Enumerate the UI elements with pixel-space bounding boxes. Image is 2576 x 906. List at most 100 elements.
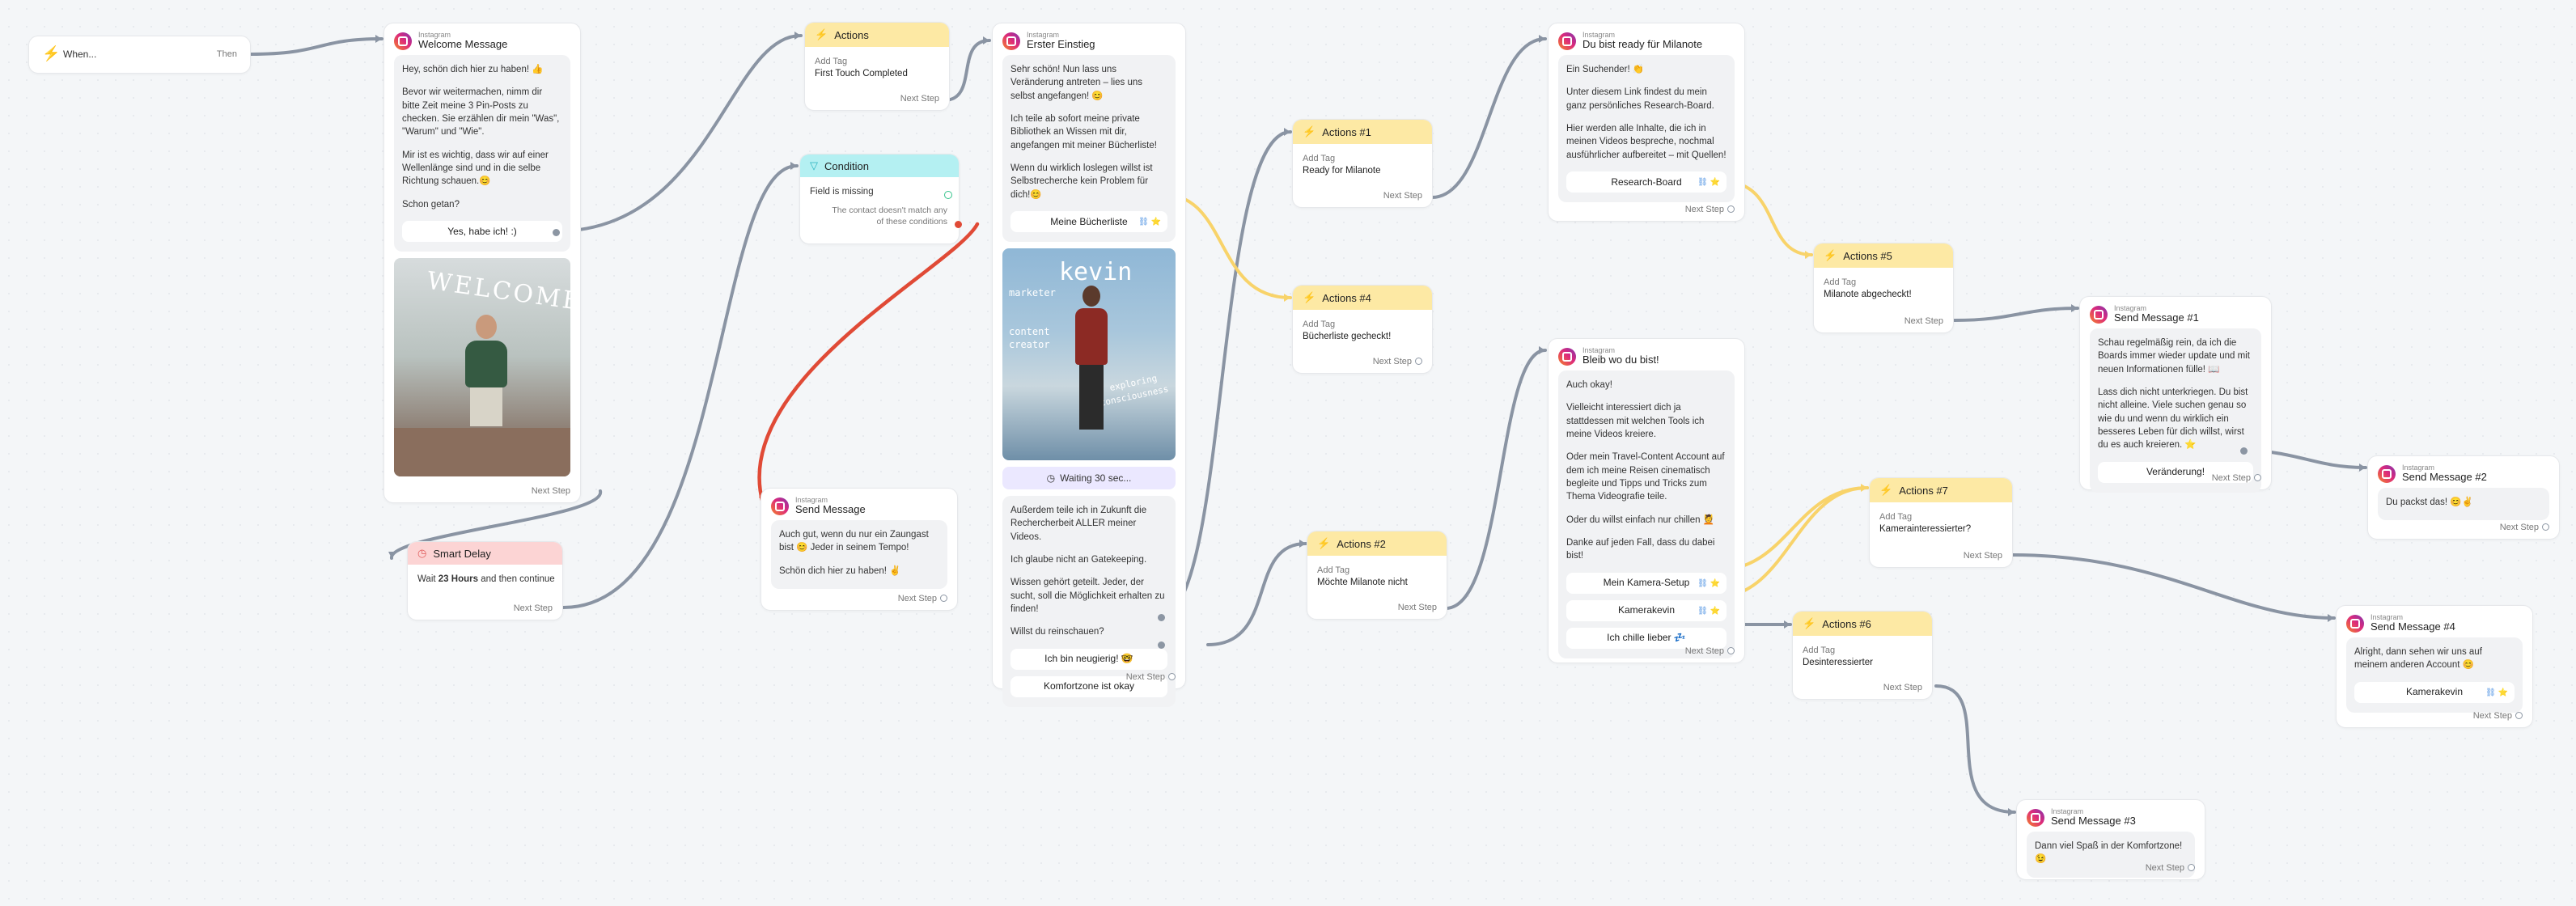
next-step-label[interactable]: Next Step [1126, 672, 1176, 682]
instagram-icon [2090, 305, 2108, 324]
message-text: Ich teile ab sofort meine private Biblio… [1010, 114, 1157, 150]
send-message-2-node[interactable]: Instagram Send Message #2 Du packst das! … [2367, 455, 2560, 540]
next-step-port[interactable] [1727, 205, 1735, 213]
output-port[interactable] [553, 229, 560, 236]
ready-milanote-node[interactable]: Instagram Du bist ready für Milanote Ein … [1548, 23, 1745, 222]
tag-value: Ready for Milanote [1303, 166, 1381, 176]
person-figure [465, 315, 507, 428]
link-button[interactable]: Kamerakevin ⛓ ⭐ [2354, 681, 2515, 703]
send-message-4-node[interactable]: Instagram Send Message #4 Alright, dann s… [2336, 605, 2533, 728]
next-step-text: Next Step [1684, 205, 1724, 214]
message-text: Ich glaube nicht an Gatekeeping. [1010, 555, 1147, 565]
next-step-port[interactable] [1727, 647, 1735, 654]
next-step-text: Next Step [513, 603, 553, 613]
output-port[interactable] [2240, 447, 2248, 455]
output-port[interactable] [1158, 614, 1165, 621]
message-bubble[interactable]: Schau regelmäßig rein, da ich die Boards… [2090, 328, 2261, 493]
next-step-port[interactable] [940, 595, 947, 602]
message-bubble[interactable]: Alright, dann sehen wir uns auf meinem a… [2346, 637, 2523, 713]
actions-2-node[interactable]: ⚡ Actions #2 Add Tag Möchte Milanote nich… [1307, 531, 1447, 620]
trigger-node[interactable]: ⚡ When... Then [28, 36, 251, 74]
next-step-label[interactable]: Next Step [1883, 683, 1922, 692]
next-step-label[interactable]: Next Step [514, 603, 553, 613]
next-step-text: Next Step [900, 94, 939, 104]
next-step-label[interactable]: Next Step [1964, 551, 2002, 561]
photo-word: kevin [1059, 258, 1133, 287]
send-message-3-node[interactable]: Instagram Send Message #3 Dann viel Spaß … [2016, 799, 2205, 880]
button-label: Mein Kamera-Setup [1603, 577, 1690, 589]
next-step-label[interactable]: Next Step [1685, 205, 1735, 214]
quick-reply-button[interactable]: Yes, habe ich! :) [402, 221, 562, 243]
next-step-label[interactable]: Next Step [2212, 473, 2261, 483]
welcome-message-node[interactable]: Instagram Welcome Message Hey, schön dich… [383, 23, 581, 503]
link-button[interactable]: Mein Kamera-Setup ⛓ ⭐ [1566, 572, 1727, 594]
link-button[interactable]: Research-Board ⛓ ⭐ [1566, 171, 1727, 193]
condition-port[interactable] [944, 191, 952, 199]
actions-5-node[interactable]: ⚡ Actions #5 Add Tag Milanote abgecheckt!… [1813, 243, 1954, 333]
message-text: Oder du willst einfach nur chillen 💆 [1566, 514, 1715, 525]
next-step-label[interactable]: Next Step [2500, 523, 2549, 532]
photo-word: content [1009, 326, 1050, 338]
actions-6-node[interactable]: ⚡ Actions #6 Add Tag Desinteressierter Ne… [1792, 611, 1933, 700]
next-step-port[interactable] [1168, 673, 1176, 680]
next-step-port[interactable] [2515, 712, 2523, 719]
bolt-icon: ⚡ [1803, 617, 1816, 629]
actions-header: ⚡ Actions #5 [1814, 243, 1953, 268]
next-step-port[interactable] [2254, 474, 2261, 481]
message-bubble[interactable]: Auch okay! Vielleicht interessiert dich … [1558, 370, 1735, 658]
node-header: Instagram Send Message #2 [2368, 456, 2559, 488]
node-header: Instagram Send Message #4 [2337, 606, 2532, 637]
send-message-node[interactable]: Instagram Send Message Auch gut, wenn du … [761, 488, 958, 611]
welcome-photo[interactable]: WELCOME [394, 258, 570, 477]
actions-7-node[interactable]: ⚡ Actions #7 Add Tag Kamerainteressierter… [1869, 477, 2013, 568]
flow-canvas[interactable]: ⚡ When... Then Instagram Welcome Message … [0, 0, 2576, 906]
node-title: Bleib wo du bist! [1582, 354, 1659, 366]
erster-einstieg-node[interactable]: Instagram Erster Einstieg Sehr schön! Nun… [992, 23, 1186, 707]
next-step-text: Next Step [531, 486, 570, 496]
link-icon: ⛓ ⭐ [1138, 218, 1161, 227]
next-step-text: Next Step [1372, 357, 1412, 366]
link-button[interactable]: Kamerakevin ⛓ ⭐ [1566, 599, 1727, 621]
next-step-label[interactable]: Next Step [1383, 191, 1422, 201]
node-title: Actions #6 [1822, 617, 1871, 630]
smart-delay-node[interactable]: ◷ Smart Delay Wait 23 Hours and then cont… [407, 541, 563, 620]
message-bubble[interactable]: Ein Suchender! 👏 Unter diesem Link finde… [1558, 55, 1735, 203]
quick-reply-button[interactable]: Ich bin neugierig! 🤓 [1010, 648, 1167, 670]
next-step-label[interactable]: Next Step [2473, 711, 2523, 721]
message-text: Außerdem teile ich in Zukunft die Recher… [1010, 506, 1147, 542]
fallback-port[interactable] [955, 221, 962, 228]
message-bubble[interactable]: Sehr schön! Nun lass uns Veränderung ant… [1002, 55, 1176, 243]
actions-4-node[interactable]: ⚡ Actions #4 Add Tag Bücherliste gecheckt… [1292, 285, 1433, 374]
quick-reply-button[interactable]: Ich chille lieber 💤 [1566, 627, 1727, 649]
next-step-label[interactable]: Next Step [1398, 603, 1437, 612]
trigger-label: When... [63, 49, 97, 60]
send-message-1-node[interactable]: Instagram Send Message #1 Schau regelmäßi… [2079, 296, 2272, 493]
actions-node[interactable]: ⚡ Actions Add Tag First Touch Completed N… [804, 22, 950, 111]
message-bubble[interactable]: Hey, schön dich hier zu haben! 👍 Bevor w… [394, 55, 570, 252]
condition-node[interactable]: ▽ Condition Field is missing The contact … [799, 154, 962, 244]
message-bubble[interactable]: Du packst das! 😊✌️ [2378, 488, 2549, 521]
next-step-label[interactable]: Next Step [900, 94, 939, 104]
next-step-label[interactable]: Next Step [2146, 863, 2195, 873]
next-step-label[interactable]: Next Step [532, 486, 570, 496]
link-icon: ⛓ ⭐ [1697, 178, 1720, 188]
next-step-label[interactable]: Next Step [1685, 646, 1735, 656]
output-port[interactable] [1158, 641, 1165, 649]
link-icon: ⛓ ⭐ [1697, 606, 1720, 616]
actions-header: ⚡ Actions #4 [1293, 286, 1432, 310]
action-type: Add Tag [1879, 512, 1913, 522]
actions-1-node[interactable]: ⚡ Actions #1 Add Tag Ready for Milanote N… [1292, 119, 1433, 208]
next-step-label[interactable]: Next Step [1373, 357, 1422, 366]
next-step-port[interactable] [1415, 358, 1422, 365]
bleib-node[interactable]: Instagram Bleib wo du bist! Auch okay! Vi… [1548, 338, 1745, 663]
message-text: Schön dich hier zu haben! ✌️ [779, 565, 901, 576]
button-label: Ich bin neugierig! 🤓 [1044, 653, 1133, 665]
next-step-port[interactable] [2542, 523, 2549, 531]
message-bubble[interactable]: Auch gut, wenn du nur ein Zaungast bist … [771, 520, 947, 590]
next-step-label[interactable]: Next Step [898, 594, 947, 603]
link-button[interactable]: Meine Bücherliste ⛓ ⭐ [1010, 211, 1167, 233]
delay-header: ◷ Smart Delay [408, 542, 562, 565]
kevin-photo[interactable]: kevin marketer content creator exploring… [1002, 248, 1176, 461]
next-step-label[interactable]: Next Step [1904, 316, 1943, 326]
next-step-port[interactable] [2188, 864, 2195, 871]
